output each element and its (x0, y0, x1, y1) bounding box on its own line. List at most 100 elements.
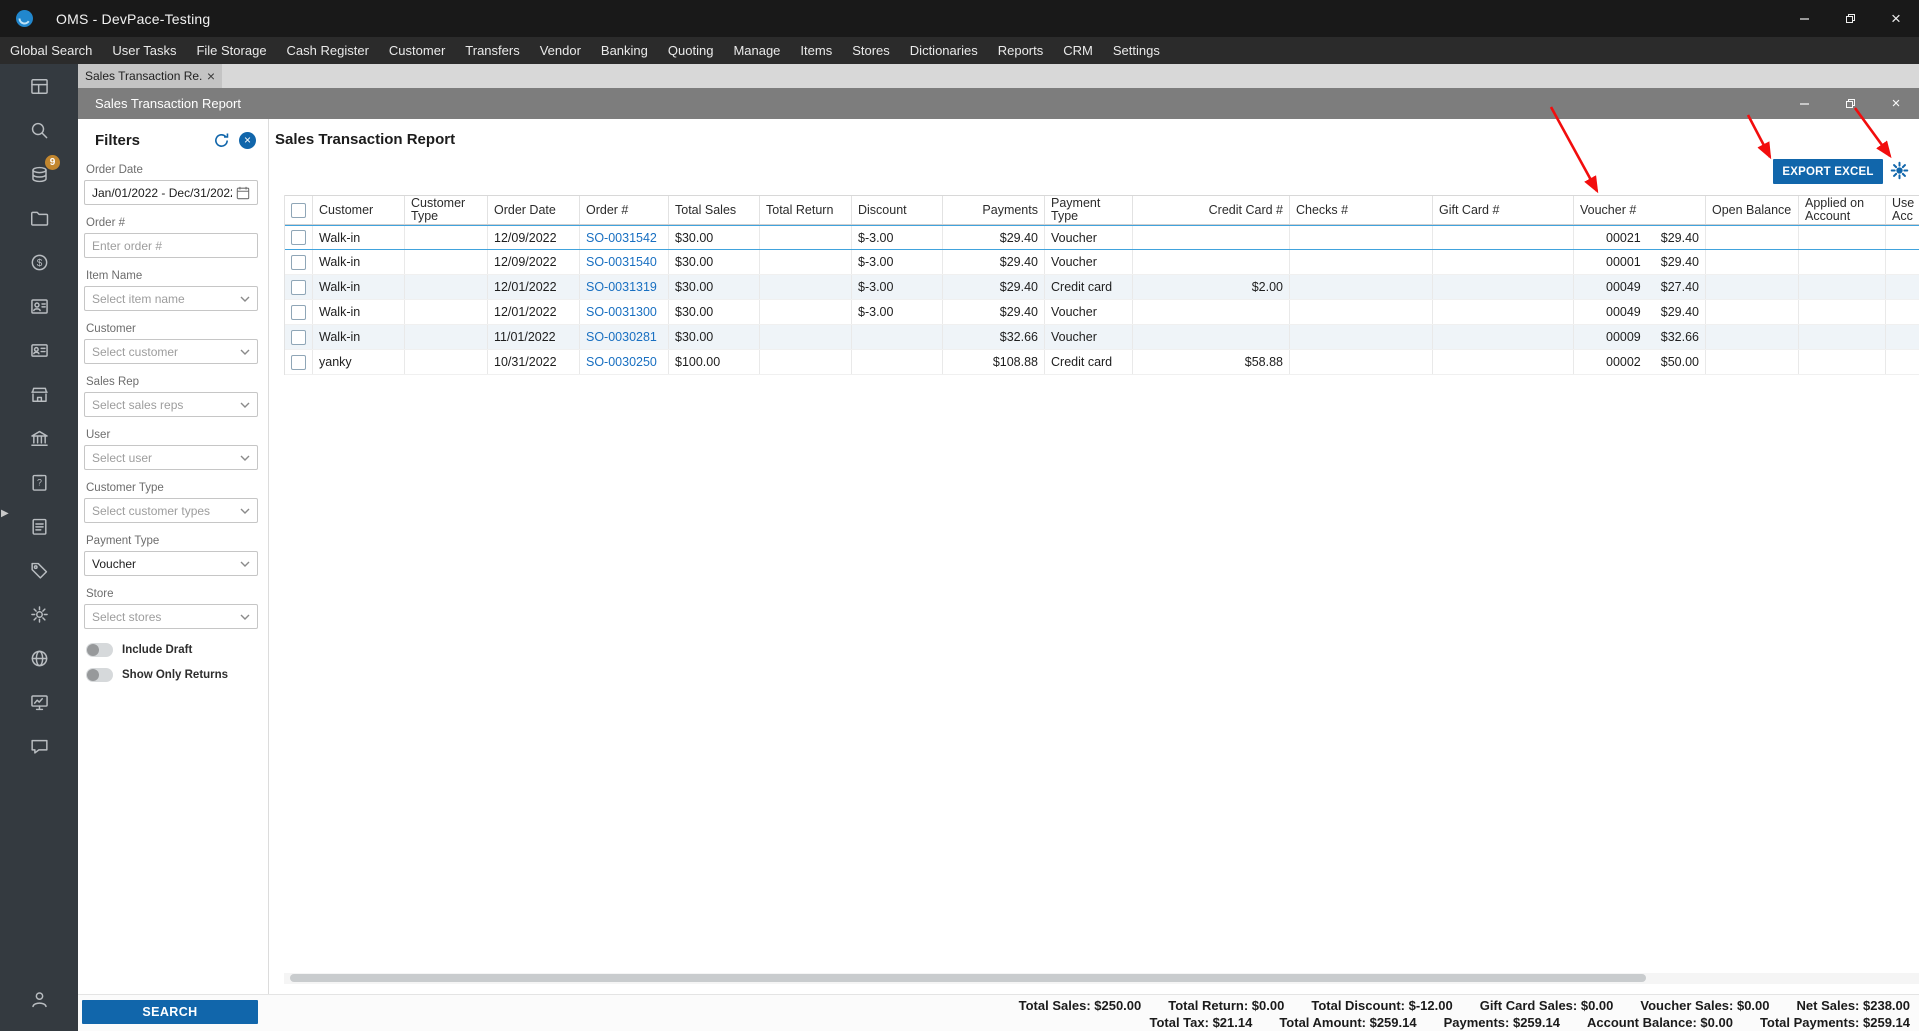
table-row[interactable]: yanky10/31/2022SO-0030250$100.00$108.88C… (285, 350, 1919, 375)
order-number-link[interactable]: SO-0030250 (586, 355, 657, 369)
column-header-credit-card[interactable]: Credit Card # (1133, 196, 1290, 224)
menu-item-banking[interactable]: Banking (591, 43, 658, 58)
sidebar-item-vendor-card[interactable] (0, 328, 78, 372)
inner-close-button[interactable]: × (1873, 88, 1919, 119)
row-checkbox[interactable] (291, 230, 306, 245)
filter-select-item-name[interactable]: Select item name (84, 286, 258, 311)
column-header-voucher[interactable]: Voucher # (1574, 196, 1706, 224)
toggle-switch-include-draft[interactable] (86, 643, 113, 657)
sidebar-item-store[interactable] (0, 372, 78, 416)
row-checkbox[interactable] (291, 330, 306, 345)
sidebar-item-chat[interactable] (0, 724, 78, 768)
row-checkbox[interactable] (291, 255, 306, 270)
table-row[interactable]: Walk-in12/01/2022SO-0031300$30.00$-3.00$… (285, 300, 1919, 325)
table-row[interactable]: Walk-in12/01/2022SO-0031319$30.00$-3.00$… (285, 275, 1919, 300)
clear-filters-icon[interactable]: × (239, 132, 256, 149)
refresh-filters-icon[interactable] (213, 132, 230, 149)
column-header-open-balance[interactable]: Open Balance (1706, 196, 1799, 224)
column-header-payment-type[interactable]: Payment Type (1045, 196, 1133, 224)
menu-item-reports[interactable]: Reports (988, 43, 1054, 58)
table-row[interactable]: Walk-in11/01/2022SO-0030281$30.00$32.66V… (285, 325, 1919, 350)
menu-item-file-storage[interactable]: File Storage (186, 43, 276, 58)
menu-item-items[interactable]: Items (790, 43, 842, 58)
select-all-checkbox[interactable] (291, 203, 306, 218)
table-row[interactable]: Walk-in12/09/2022SO-0031540$30.00$-3.00$… (285, 250, 1919, 275)
horizontal-scrollbar[interactable] (284, 973, 1919, 984)
grid-settings-gear-icon[interactable] (1889, 160, 1910, 181)
sidebar-item-folder[interactable] (0, 196, 78, 240)
inner-minimize-button[interactable] (1781, 88, 1827, 119)
order-number-link[interactable]: SO-0030281 (586, 330, 657, 344)
filter-input-order-date[interactable]: Jan/01/2022 - Dec/31/2022 (84, 180, 258, 205)
table-row[interactable]: Walk-in12/09/2022SO-0031542$30.00$-3.00$… (285, 225, 1919, 250)
search-button[interactable]: SEARCH (82, 1000, 258, 1024)
menu-item-crm[interactable]: CRM (1053, 43, 1103, 58)
export-excel-button[interactable]: EXPORT EXCEL (1773, 159, 1883, 184)
filter-group-payment-type: Payment TypeVoucher (78, 534, 268, 576)
panel-expand-arrow-icon[interactable]: ▶ (1, 508, 9, 519)
sidebar-item-settings[interactable] (0, 592, 78, 636)
column-header-payments[interactable]: Payments (943, 196, 1045, 224)
restore-button[interactable] (1827, 0, 1873, 37)
filter-select-user[interactable]: Select user (84, 445, 258, 470)
close-button[interactable]: × (1873, 0, 1919, 37)
menu-item-cash-register[interactable]: Cash Register (277, 43, 379, 58)
filter-select-sales-rep[interactable]: Select sales reps (84, 392, 258, 417)
sidebar-item-contacts[interactable] (0, 284, 78, 328)
column-header-applied-on-account[interactable]: Applied on Account (1799, 196, 1886, 224)
menu-item-dictionaries[interactable]: Dictionaries (900, 43, 988, 58)
sidebar-item-cash-register[interactable]: 9 (0, 152, 78, 196)
order-number-link[interactable]: SO-0031540 (586, 255, 657, 269)
inner-restore-button[interactable] (1827, 88, 1873, 119)
row-checkbox[interactable] (291, 280, 306, 295)
menu-item-global-search[interactable]: Global Search (0, 43, 102, 58)
sidebar-item-globe[interactable] (0, 636, 78, 680)
sidebar-item-tag[interactable] (0, 548, 78, 592)
menu-item-vendor[interactable]: Vendor (530, 43, 591, 58)
column-header-total-return[interactable]: Total Return (760, 196, 852, 224)
sidebar-item-tasks[interactable] (0, 504, 78, 548)
menu-item-manage[interactable]: Manage (723, 43, 790, 58)
tab-close-icon[interactable]: × (207, 69, 215, 83)
row-checkbox[interactable] (291, 305, 306, 320)
filter-select-store[interactable]: Select stores (84, 604, 258, 629)
sidebar-item-user[interactable] (0, 977, 78, 1021)
filter-select-customer-type[interactable]: Select customer types (84, 498, 258, 523)
cell-total-sales: $30.00 (669, 325, 760, 349)
sidebar-item-monitor[interactable] (0, 680, 78, 724)
menu-item-settings[interactable]: Settings (1103, 43, 1170, 58)
column-header-discount[interactable]: Discount (852, 196, 943, 224)
filter-select-customer[interactable]: Select customer (84, 339, 258, 364)
column-header-order-date[interactable]: Order Date (488, 196, 580, 224)
order-number-link[interactable]: SO-0031300 (586, 305, 657, 319)
column-header-gift-card[interactable]: Gift Card # (1433, 196, 1574, 224)
filter-select-payment-type[interactable]: Voucher (84, 551, 258, 576)
sidebar-item-search[interactable] (0, 108, 78, 152)
menu-item-customer[interactable]: Customer (379, 43, 455, 58)
row-checkbox[interactable] (291, 355, 306, 370)
column-header-total-sales[interactable]: Total Sales (669, 196, 760, 224)
menu-item-quoting[interactable]: Quoting (658, 43, 724, 58)
sidebar-item-quoting[interactable]: ? (0, 460, 78, 504)
column-header-order[interactable]: Order # (580, 196, 669, 224)
order-number-link[interactable]: SO-0031319 (586, 280, 657, 294)
filter-input-order[interactable]: Enter order # (84, 233, 258, 258)
calendar-icon[interactable] (236, 186, 250, 200)
sidebar-item-bank[interactable] (0, 416, 78, 460)
column-header-select-all[interactable] (285, 196, 313, 224)
menu-item-stores[interactable]: Stores (842, 43, 900, 58)
menu-item-transfers[interactable]: Transfers (455, 43, 529, 58)
toggle-switch-show-only-returns[interactable] (86, 668, 113, 682)
menu-item-user-tasks[interactable]: User Tasks (102, 43, 186, 58)
column-header-checks[interactable]: Checks # (1290, 196, 1433, 224)
minimize-button[interactable] (1781, 0, 1827, 37)
order-number-link[interactable]: SO-0031542 (586, 231, 657, 245)
column-header-use-acc[interactable]: Use Acc (1886, 196, 1919, 224)
scrollbar-thumb[interactable] (290, 974, 1646, 982)
tab-sales-transaction-report[interactable]: Sales Transaction Re... × (78, 64, 222, 88)
sidebar-item-dashboard[interactable] (0, 64, 78, 108)
column-header-customer-type[interactable]: Customer Type (405, 196, 488, 224)
column-header-customer[interactable]: Customer (313, 196, 405, 224)
sidebar-item-finance[interactable]: $ (0, 240, 78, 284)
cell-text: $-3.00 (858, 305, 893, 319)
